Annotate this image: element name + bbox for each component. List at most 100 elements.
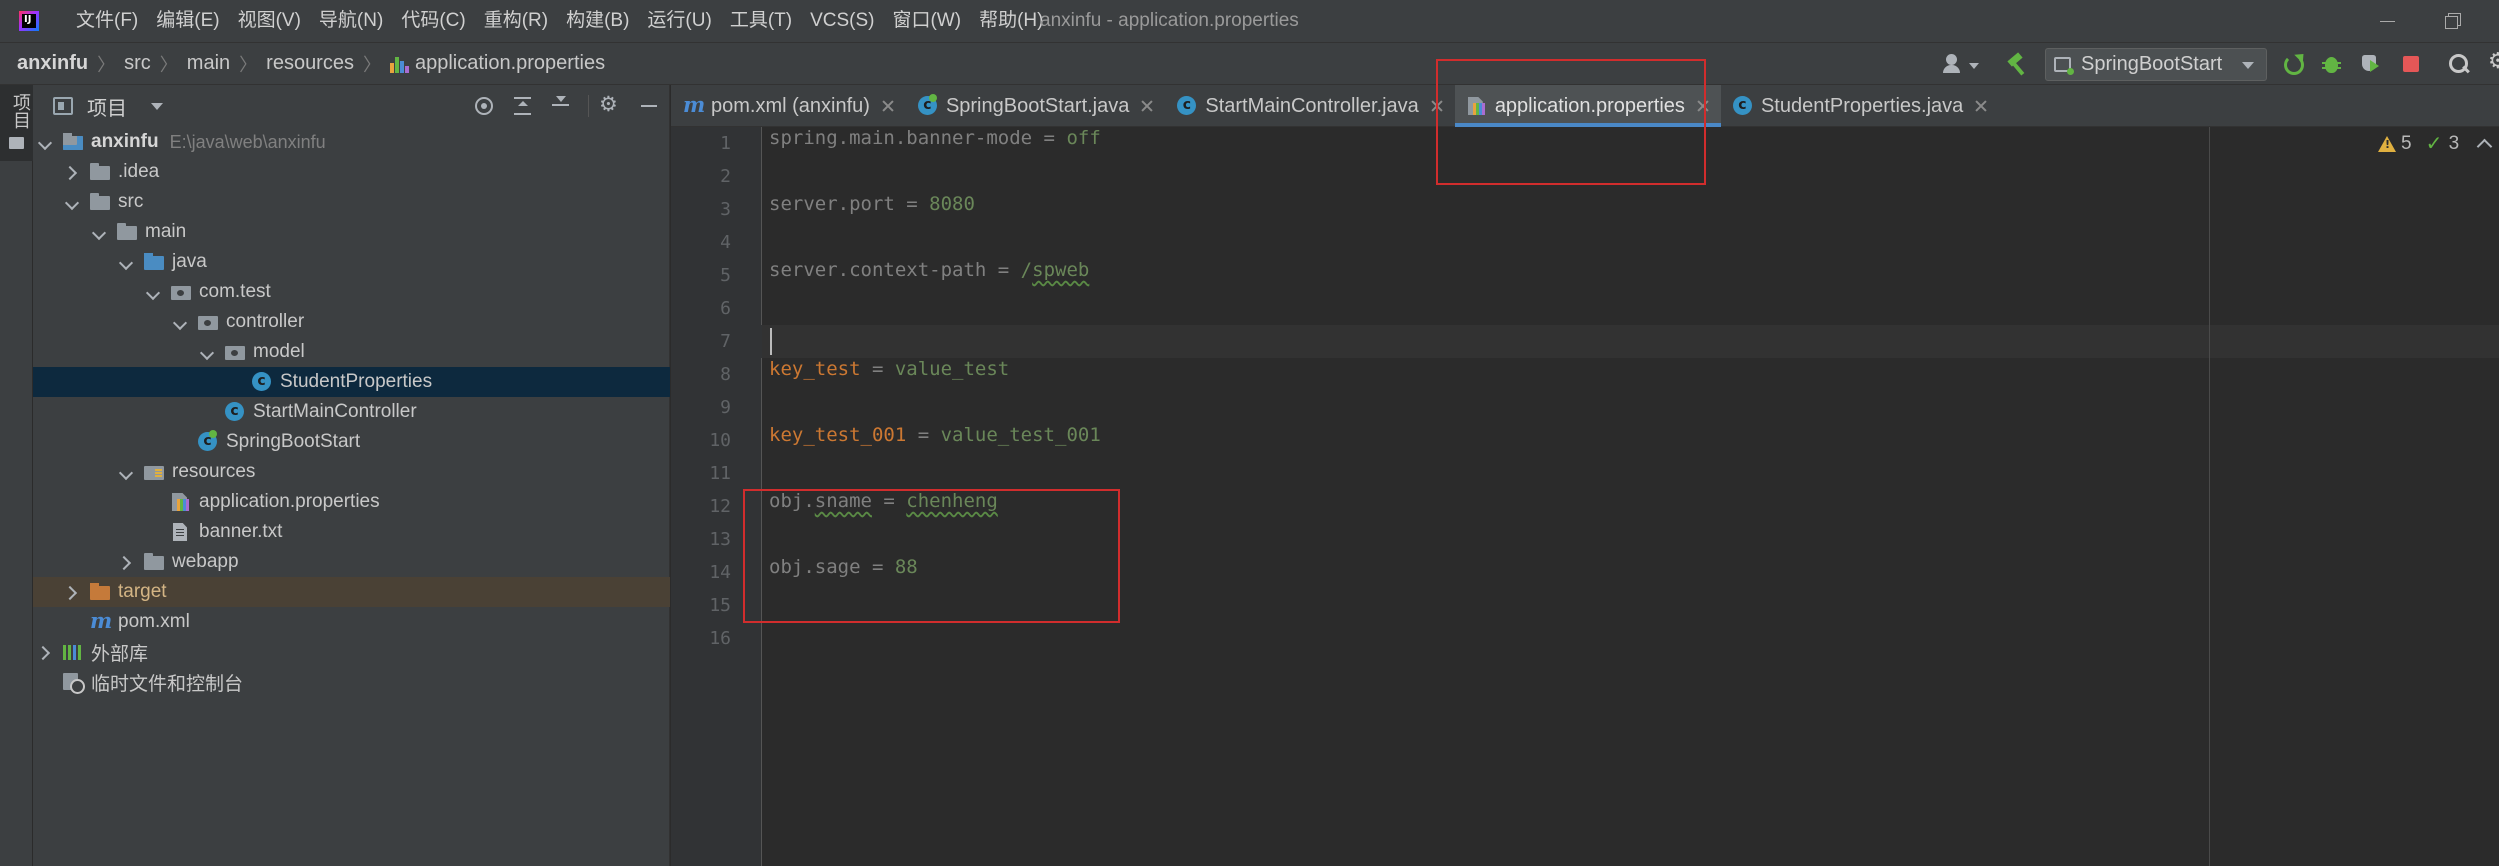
chevron-right-icon[interactable]	[64, 164, 80, 180]
gear-icon[interactable]	[599, 92, 621, 117]
editor-tab[interactable]: StartMainController.java	[1165, 85, 1454, 127]
tree-item[interactable]: controller	[33, 307, 670, 337]
tree-item[interactable]: anxinfu E:\java\web\anxinfu	[33, 127, 670, 157]
expand-all-icon[interactable]	[512, 95, 534, 117]
code-token: spring.main.banner-mode	[769, 127, 1033, 149]
code-token: =	[871, 490, 907, 512]
chevron-down-icon[interactable]	[145, 284, 161, 300]
close-icon[interactable]	[1430, 99, 1444, 113]
project-panel-title[interactable]: 项目	[87, 92, 127, 121]
tree-item[interactable]: main	[33, 217, 670, 247]
tree-item[interactable]: pom.xml	[33, 607, 670, 637]
tree-item[interactable]: 临时文件和控制台	[33, 667, 670, 697]
menu-item[interactable]: 导航(N)	[310, 0, 392, 42]
inspection-widget[interactable]: 5 3	[2378, 131, 2491, 155]
editor-tab[interactable]: pom.xml (anxinfu)	[671, 85, 906, 127]
close-icon[interactable]	[881, 99, 895, 113]
chevron-down-icon[interactable]	[172, 314, 188, 330]
chevron-down-icon[interactable]	[118, 464, 134, 480]
chevron-down-icon[interactable]	[37, 134, 53, 150]
breadcrumb-item[interactable]: anxinfu	[17, 52, 88, 75]
editor-tab[interactable]: StudentProperties.java	[1721, 85, 1999, 127]
rerun-icon[interactable]	[2282, 53, 2304, 75]
menu-item[interactable]: 构建(B)	[557, 0, 638, 42]
collapse-all-icon[interactable]	[550, 95, 572, 117]
chevron-up-icon[interactable]	[2477, 137, 2491, 151]
code-line[interactable]: obj.sname = chenheng	[769, 490, 998, 523]
line-number: 4	[720, 232, 731, 253]
menu-item[interactable]: 工具(T)	[721, 0, 801, 42]
tree-item[interactable]: SpringBootStart	[33, 427, 670, 457]
code-line[interactable]: obj.sage = 88	[769, 556, 918, 589]
project-tree: anxinfu E:\java\web\anxinfu .idea src main ja…	[33, 127, 670, 697]
tree-item-label: resources	[172, 461, 256, 482]
tree-item[interactable]: webapp	[33, 547, 670, 577]
menu-item[interactable]: 窗口(W)	[883, 0, 970, 42]
menu-item[interactable]: 文件(F)	[67, 0, 147, 42]
close-icon[interactable]	[1974, 99, 1988, 113]
chevron-right-icon[interactable]	[118, 554, 134, 570]
close-icon[interactable]	[1696, 99, 1710, 113]
settings-gear-icon[interactable]	[2488, 49, 2499, 75]
lib-icon	[63, 643, 83, 661]
chevron-right-icon[interactable]	[37, 644, 53, 660]
chevron-down-icon[interactable]	[1969, 63, 1979, 69]
warning-icon	[2378, 136, 2396, 152]
editor-tab[interactable]: application.properties	[1454, 85, 1722, 127]
chevron-down-icon[interactable]	[199, 344, 215, 360]
code-token: =	[860, 358, 895, 380]
run-configuration-select[interactable]: SpringBootStart	[2045, 48, 2267, 81]
code-line[interactable]: key_test = value_test	[769, 358, 1009, 391]
locate-file-icon[interactable]	[473, 95, 495, 117]
menu-item[interactable]: 视图(V)	[229, 0, 310, 42]
code-line[interactable]: spring.main.banner-mode = off	[769, 127, 1101, 160]
breadcrumb-item[interactable]: resources	[266, 52, 354, 75]
code-editor[interactable]	[763, 127, 2499, 866]
tree-item[interactable]: .idea	[33, 157, 670, 187]
tree-item[interactable]: src	[33, 187, 670, 217]
properties-file-icon	[389, 55, 409, 73]
menu-item[interactable]: 编辑(E)	[147, 0, 228, 42]
tree-item[interactable]: model	[33, 337, 670, 367]
menu-item[interactable]: VCS(S)	[801, 0, 883, 42]
chevron-down-icon[interactable]	[64, 194, 80, 210]
folder-src-icon	[144, 253, 164, 271]
code-token: value_test_001	[940, 424, 1101, 446]
debug-bug-icon[interactable]	[2321, 53, 2343, 75]
stop-icon[interactable]	[2400, 53, 2422, 75]
tree-item[interactable]: resources	[33, 457, 670, 487]
tree-item-label: banner.txt	[199, 521, 283, 542]
tree-item[interactable]: StartMainController	[33, 397, 670, 427]
tree-item[interactable]: application.properties	[33, 487, 670, 517]
tree-item[interactable]: com.test	[33, 277, 670, 307]
code-token: chenheng	[906, 490, 998, 512]
tree-item[interactable]: StudentProperties	[33, 367, 670, 397]
hide-panel-icon[interactable]	[639, 95, 661, 117]
menu-item[interactable]: 代码(C)	[392, 0, 474, 42]
search-icon[interactable]	[2448, 53, 2470, 75]
vcs-user-icon[interactable]	[1942, 53, 1964, 75]
code-line[interactable]: server.port = 8080	[769, 193, 975, 226]
close-icon[interactable]	[1140, 99, 1154, 113]
code-line[interactable]: server.context-path = /spweb	[769, 259, 1089, 292]
breadcrumb-item[interactable]: main	[187, 52, 230, 75]
tree-item[interactable]: java	[33, 247, 670, 277]
tree-item[interactable]: 外部库	[33, 637, 670, 667]
breadcrumb-item[interactable]: application.properties	[415, 52, 605, 75]
project-tool-button[interactable]: 项目	[0, 85, 33, 161]
tree-item[interactable]: target	[33, 577, 670, 607]
menu-item[interactable]: 运行(U)	[638, 0, 720, 42]
minimize-icon[interactable]	[2378, 11, 2398, 31]
tree-item[interactable]: banner.txt	[33, 517, 670, 547]
run-with-coverage-icon[interactable]	[2360, 53, 2382, 75]
chevron-down-icon[interactable]	[151, 102, 163, 110]
menu-item[interactable]: 重构(R)	[475, 0, 557, 42]
breadcrumb-item[interactable]: src	[124, 52, 151, 75]
chevron-down-icon[interactable]	[118, 254, 134, 270]
restore-icon[interactable]	[2444, 11, 2464, 31]
code-line[interactable]: key_test_001 = value_test_001	[769, 424, 1101, 457]
editor-tab[interactable]: SpringBootStart.java	[906, 85, 1165, 127]
build-hammer-icon[interactable]	[2006, 53, 2028, 75]
chevron-right-icon[interactable]	[64, 584, 80, 600]
chevron-down-icon[interactable]	[91, 224, 107, 240]
